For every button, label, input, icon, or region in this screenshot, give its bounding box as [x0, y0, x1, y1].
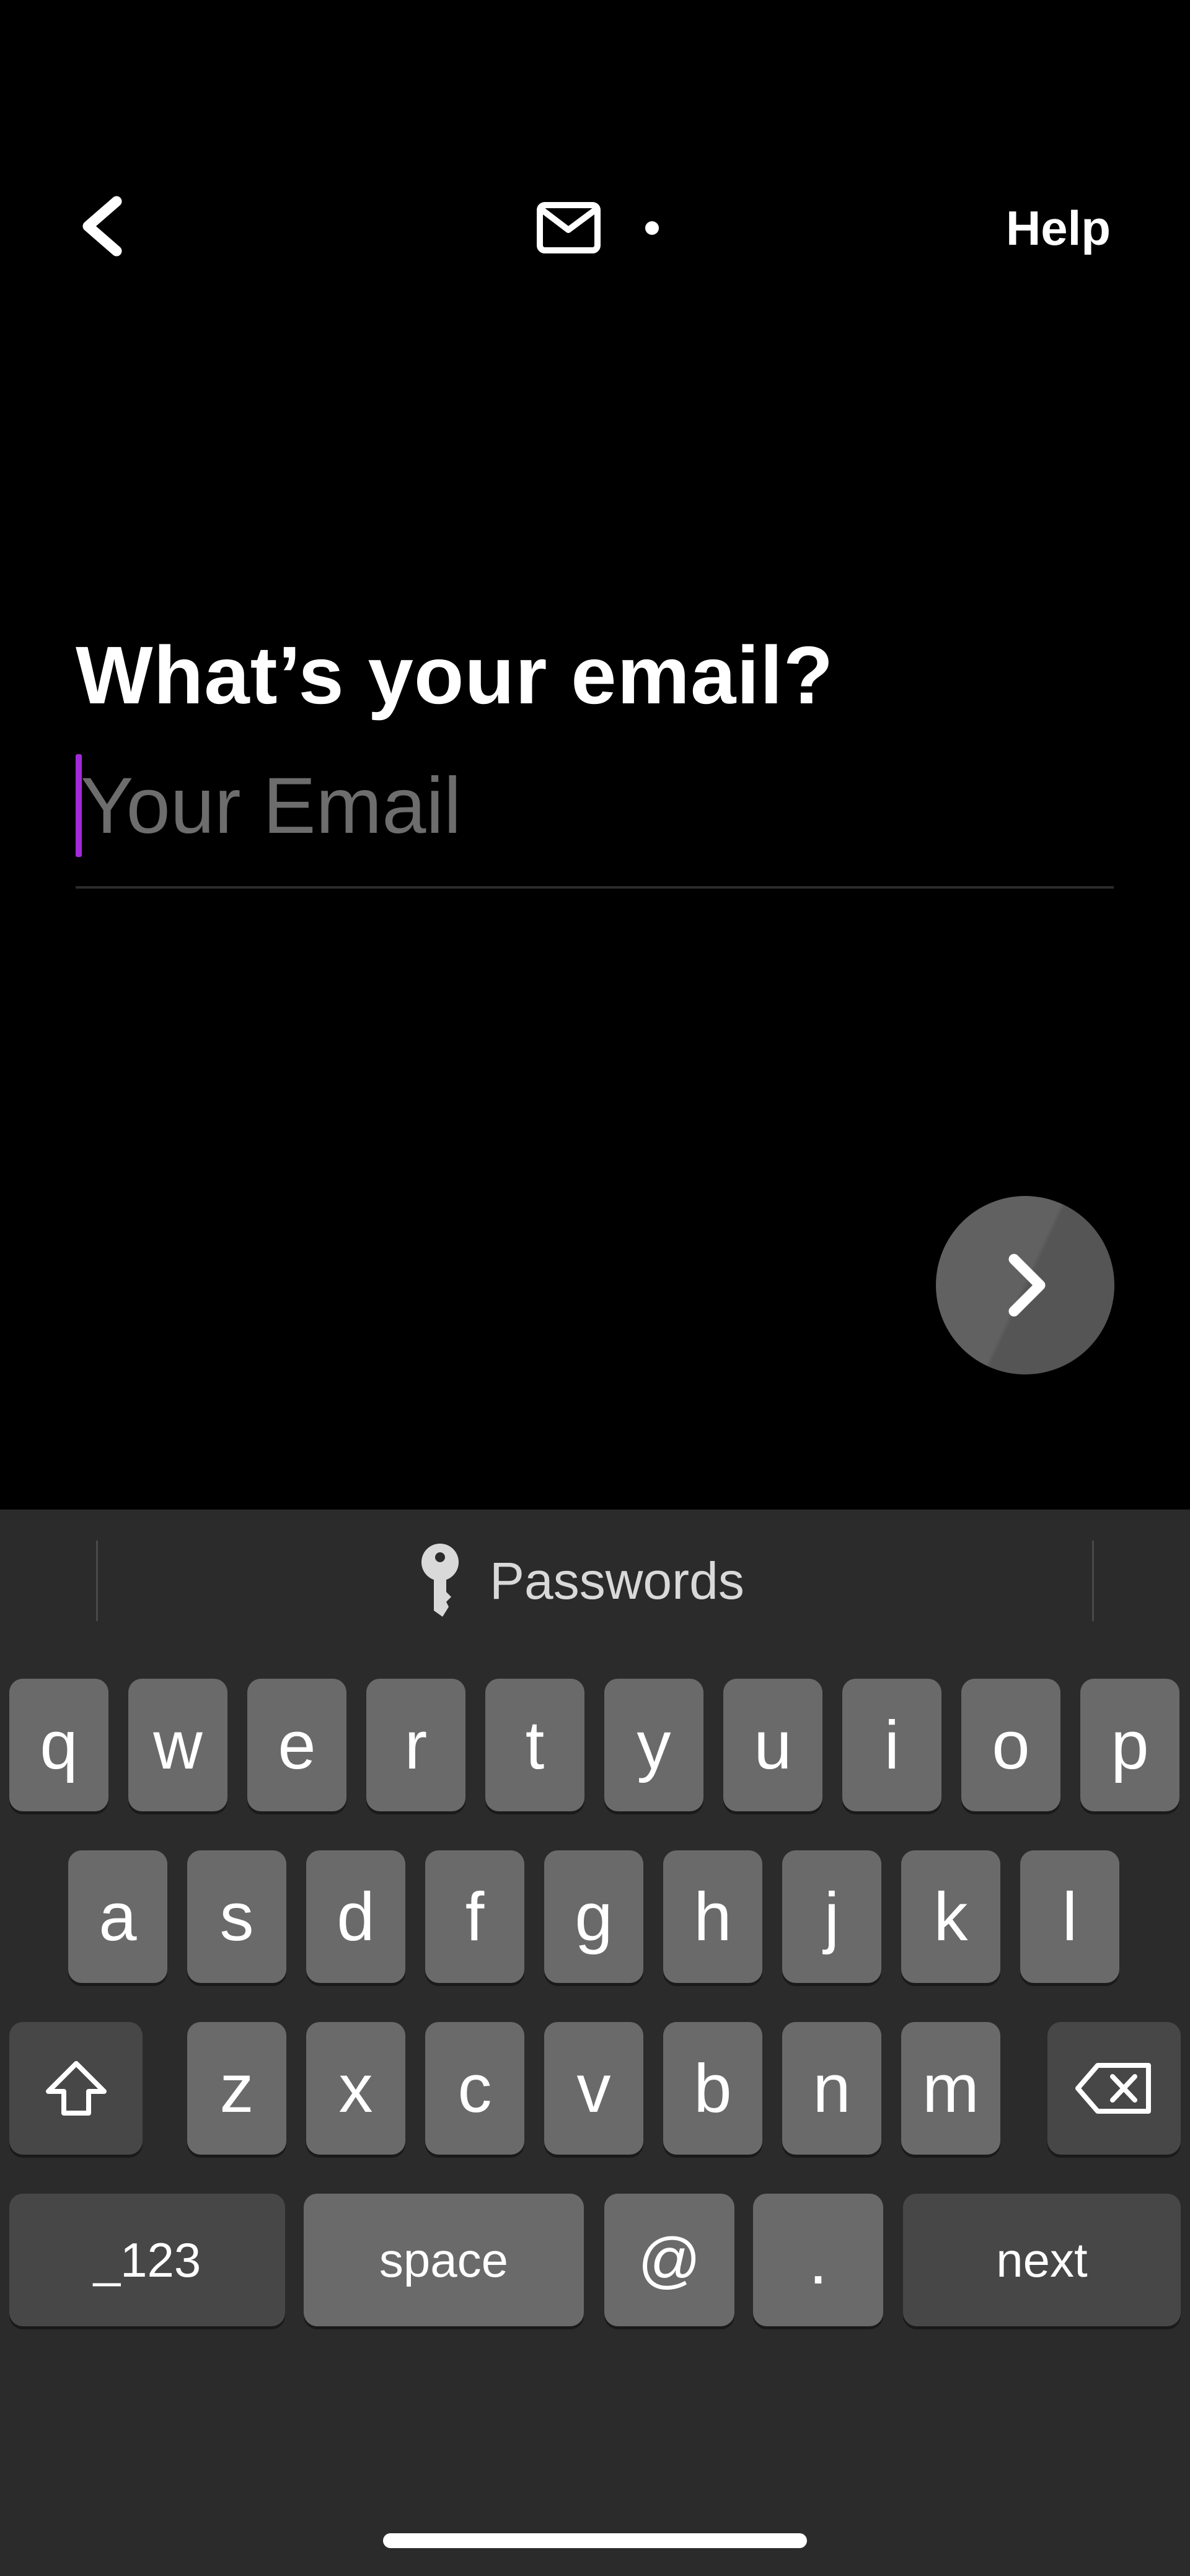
numbers-key[interactable]: _123: [9, 2194, 285, 2326]
key-c[interactable]: c: [425, 2022, 524, 2155]
key-z[interactable]: z: [187, 2022, 286, 2155]
passwords-label: Passwords: [490, 1551, 744, 1610]
key-o[interactable]: o: [961, 1679, 1060, 1811]
key-l[interactable]: l: [1020, 1850, 1119, 1983]
key-e[interactable]: e: [247, 1679, 346, 1811]
key-u[interactable]: u: [723, 1679, 822, 1811]
key-j[interactable]: j: [782, 1850, 881, 1983]
key-v[interactable]: v: [544, 2022, 643, 2155]
keyboard: Passwords q w e r t y u i o p a s d f g …: [0, 1510, 1190, 2576]
key-p[interactable]: p: [1080, 1679, 1179, 1811]
keyboard-suggestion-bar: Passwords: [0, 1510, 1190, 1677]
email-input[interactable]: [76, 750, 1114, 861]
back-button[interactable]: [68, 186, 143, 266]
space-key[interactable]: space: [304, 2194, 584, 2326]
key-k[interactable]: k: [901, 1850, 1000, 1983]
suggestion-divider: [1092, 1541, 1094, 1621]
key-s[interactable]: s: [187, 1850, 286, 1983]
text-cursor: [76, 754, 82, 857]
key-t[interactable]: t: [485, 1679, 584, 1811]
key-n[interactable]: n: [782, 2022, 881, 2155]
at-key[interactable]: @: [604, 2194, 734, 2326]
shift-arrow-icon: [45, 2061, 107, 2116]
page-title: What’s your email?: [76, 630, 834, 721]
key-g[interactable]: g: [544, 1850, 643, 1983]
next-key[interactable]: next: [903, 2194, 1181, 2326]
mail-icon: [536, 201, 601, 254]
dot-key[interactable]: .: [753, 2194, 883, 2326]
key-h[interactable]: h: [663, 1850, 762, 1983]
key-q[interactable]: q: [9, 1679, 108, 1811]
delete-key[interactable]: [1047, 2022, 1181, 2155]
shift-key[interactable]: [9, 2022, 143, 2155]
suggestion-divider: [96, 1541, 98, 1621]
key-d[interactable]: d: [306, 1850, 405, 1983]
key-w[interactable]: w: [128, 1679, 227, 1811]
key-r[interactable]: r: [366, 1679, 465, 1811]
chevron-right-icon: [1008, 1254, 1046, 1317]
chevron-left-icon: [82, 196, 122, 257]
key-f[interactable]: f: [425, 1850, 524, 1983]
key-x[interactable]: x: [306, 2022, 405, 2155]
key-b[interactable]: b: [663, 2022, 762, 2155]
help-link[interactable]: Help: [1006, 197, 1111, 259]
key-i[interactable]: i: [842, 1679, 941, 1811]
home-indicator[interactable]: [383, 2533, 807, 2548]
next-arrow-button[interactable]: [936, 1196, 1114, 1374]
passwords-suggestion-button[interactable]: Passwords: [415, 1537, 744, 1624]
key-icon: [421, 1543, 459, 1617]
email-entry-screen: Help What’s your email? Passwords: [0, 0, 1190, 2576]
key-a[interactable]: a: [68, 1850, 167, 1983]
step-indicator-dot: [645, 221, 659, 235]
key-y[interactable]: y: [604, 1679, 703, 1811]
key-m[interactable]: m: [901, 2022, 1000, 2155]
backspace-icon: [1075, 2063, 1151, 2114]
email-underline: [76, 886, 1114, 889]
email-field-container: [76, 750, 1114, 889]
